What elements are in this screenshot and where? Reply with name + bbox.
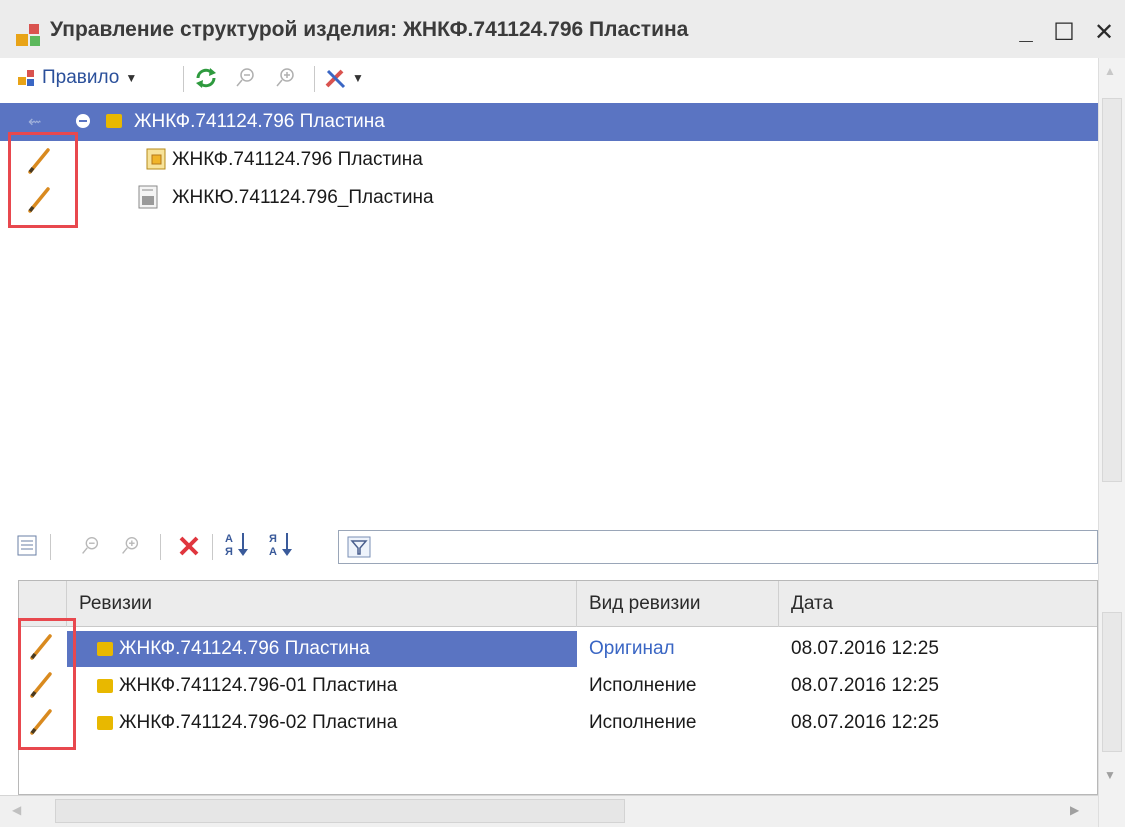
svg-text:А: А	[269, 546, 277, 558]
revision-name: ЖНКФ.741124.796-02 Пластина	[119, 712, 398, 733]
close-button[interactable]: ✕	[1088, 14, 1120, 50]
revision-kind[interactable]: Оригинал	[589, 631, 675, 667]
highlight-box-tree	[8, 132, 78, 228]
expand-button[interactable]	[272, 64, 298, 92]
tree-connector-icon: ⇜	[28, 114, 42, 131]
zoom-in-icon	[122, 537, 139, 554]
rule-menu-label: Правило	[42, 67, 120, 88]
sort-descending-button[interactable]: Я А	[266, 530, 296, 558]
scroll-right-icon[interactable]: ▶	[1070, 803, 1079, 817]
sort-ascending-button[interactable]: А Я	[222, 530, 252, 558]
column-header-revisions[interactable]: Ревизии	[67, 581, 577, 627]
folder-icon	[106, 114, 122, 128]
zoom-in-icon	[276, 68, 294, 87]
structure-tree: ⇜ ЖНКФ.741124.796 Пластина ЖНКФ.741124.7…	[0, 100, 1098, 505]
refresh-button[interactable]	[192, 64, 220, 92]
column-header-kind[interactable]: Вид ревизии	[577, 581, 779, 627]
structure-toolbar: Правило ▼ ▼	[0, 58, 1098, 98]
table-row[interactable]: ЖНКФ.741124.796 Пластина Оригинал 08.07.…	[19, 631, 1097, 667]
table-row[interactable]: ЖНКФ.741124.796-01 Пластина Исполнение 0…	[19, 668, 1097, 704]
rule-menu-button[interactable]: Правило ▼	[16, 64, 137, 92]
tree-item-root[interactable]: ⇜ ЖНКФ.741124.796 Пластина	[0, 103, 1098, 141]
table-header: Ревизии Вид ревизии Дата	[19, 581, 1097, 627]
rule-icon	[18, 70, 34, 86]
table-row[interactable]: ЖНКФ.741124.796-02 Пластина Исполнение 0…	[19, 705, 1097, 741]
tree-item-label: ЖНКФ.741124.796 Пластина	[134, 111, 385, 132]
tree-item-label: ЖНКЮ.741124.796_Пластина	[172, 187, 434, 208]
svg-text:А: А	[225, 533, 233, 545]
revision-kind: Исполнение	[589, 675, 697, 696]
revision-name: ЖНКФ.741124.796 Пластина	[119, 638, 370, 659]
tree-item-label: ЖНКФ.741124.796 Пластина	[172, 149, 423, 170]
sort-ascending-icon: А Я	[225, 533, 248, 558]
revision-date: 08.07.2016 12:25	[791, 712, 939, 733]
revision-date: 08.07.2016 12:25	[791, 675, 939, 696]
svg-text:Я: Я	[225, 546, 233, 558]
toolbar-separator	[160, 534, 161, 560]
folder-icon	[97, 642, 113, 656]
tree-item-drawing[interactable]: ЖНКЮ.741124.796_Пластина	[0, 179, 1098, 217]
collapse-toggle-icon[interactable]	[76, 114, 90, 128]
highlight-box-revisions	[18, 618, 76, 750]
folder-icon	[97, 679, 113, 693]
minimize-button[interactable]: _	[1010, 14, 1042, 50]
refresh-icon	[196, 68, 216, 88]
folder-icon	[97, 716, 113, 730]
scroll-up-icon[interactable]: ▲	[1104, 64, 1116, 78]
structure-app-icon	[16, 24, 40, 46]
list-properties-icon	[17, 535, 37, 556]
window-title: Управление структурой изделия: ЖНКФ.7411…	[50, 18, 689, 41]
scroll-down-icon[interactable]: ▼	[1104, 768, 1116, 782]
filter-icon[interactable]	[347, 536, 371, 558]
delete-icon	[179, 536, 199, 556]
revision-name: ЖНКФ.741124.796-01 Пластина	[119, 675, 398, 696]
document-part-icon	[146, 148, 166, 170]
maximize-button[interactable]: ☐	[1048, 14, 1080, 50]
collapse-button[interactable]	[232, 64, 258, 92]
toolbar-separator	[183, 66, 184, 92]
toolbar-separator	[314, 66, 315, 92]
toolbar-separator	[212, 534, 213, 560]
svg-text:Я: Я	[269, 533, 277, 545]
column-header-date[interactable]: Дата	[779, 581, 1097, 627]
zoom-out-icon	[82, 537, 99, 554]
drawing-file-icon	[138, 185, 158, 209]
vertical-scroll-thumb-lower[interactable]	[1102, 612, 1122, 752]
tools-menu-button[interactable]: ▼	[322, 64, 364, 92]
revision-kind: Исполнение	[589, 712, 697, 733]
delete-button[interactable]	[176, 532, 202, 560]
revisions-toolbar: А Я Я А	[0, 520, 1098, 572]
properties-button[interactable]	[16, 532, 40, 560]
vertical-scroll-thumb[interactable]	[1102, 98, 1122, 482]
expand-button-2[interactable]	[118, 532, 142, 560]
chevron-down-icon: ▼	[125, 71, 138, 85]
tools-icon	[325, 69, 346, 89]
revision-date: 08.07.2016 12:25	[791, 638, 939, 659]
zoom-out-icon	[236, 68, 254, 87]
collapse-button-2[interactable]	[78, 532, 102, 560]
sort-descending-icon: Я А	[269, 533, 292, 558]
revisions-table: Ревизии Вид ревизии Дата ЖНКФ.741124.796…	[18, 580, 1098, 795]
scroll-left-icon[interactable]: ◀	[12, 803, 21, 817]
tree-item-document[interactable]: ЖНКФ.741124.796 Пластина	[0, 141, 1098, 179]
title-bar: Управление структурой изделия: ЖНКФ.7411…	[0, 0, 1125, 58]
chevron-down-icon: ▼	[352, 71, 364, 85]
horizontal-scroll-thumb[interactable]	[55, 799, 625, 823]
filter-input[interactable]	[338, 530, 1098, 564]
toolbar-separator	[50, 534, 51, 560]
